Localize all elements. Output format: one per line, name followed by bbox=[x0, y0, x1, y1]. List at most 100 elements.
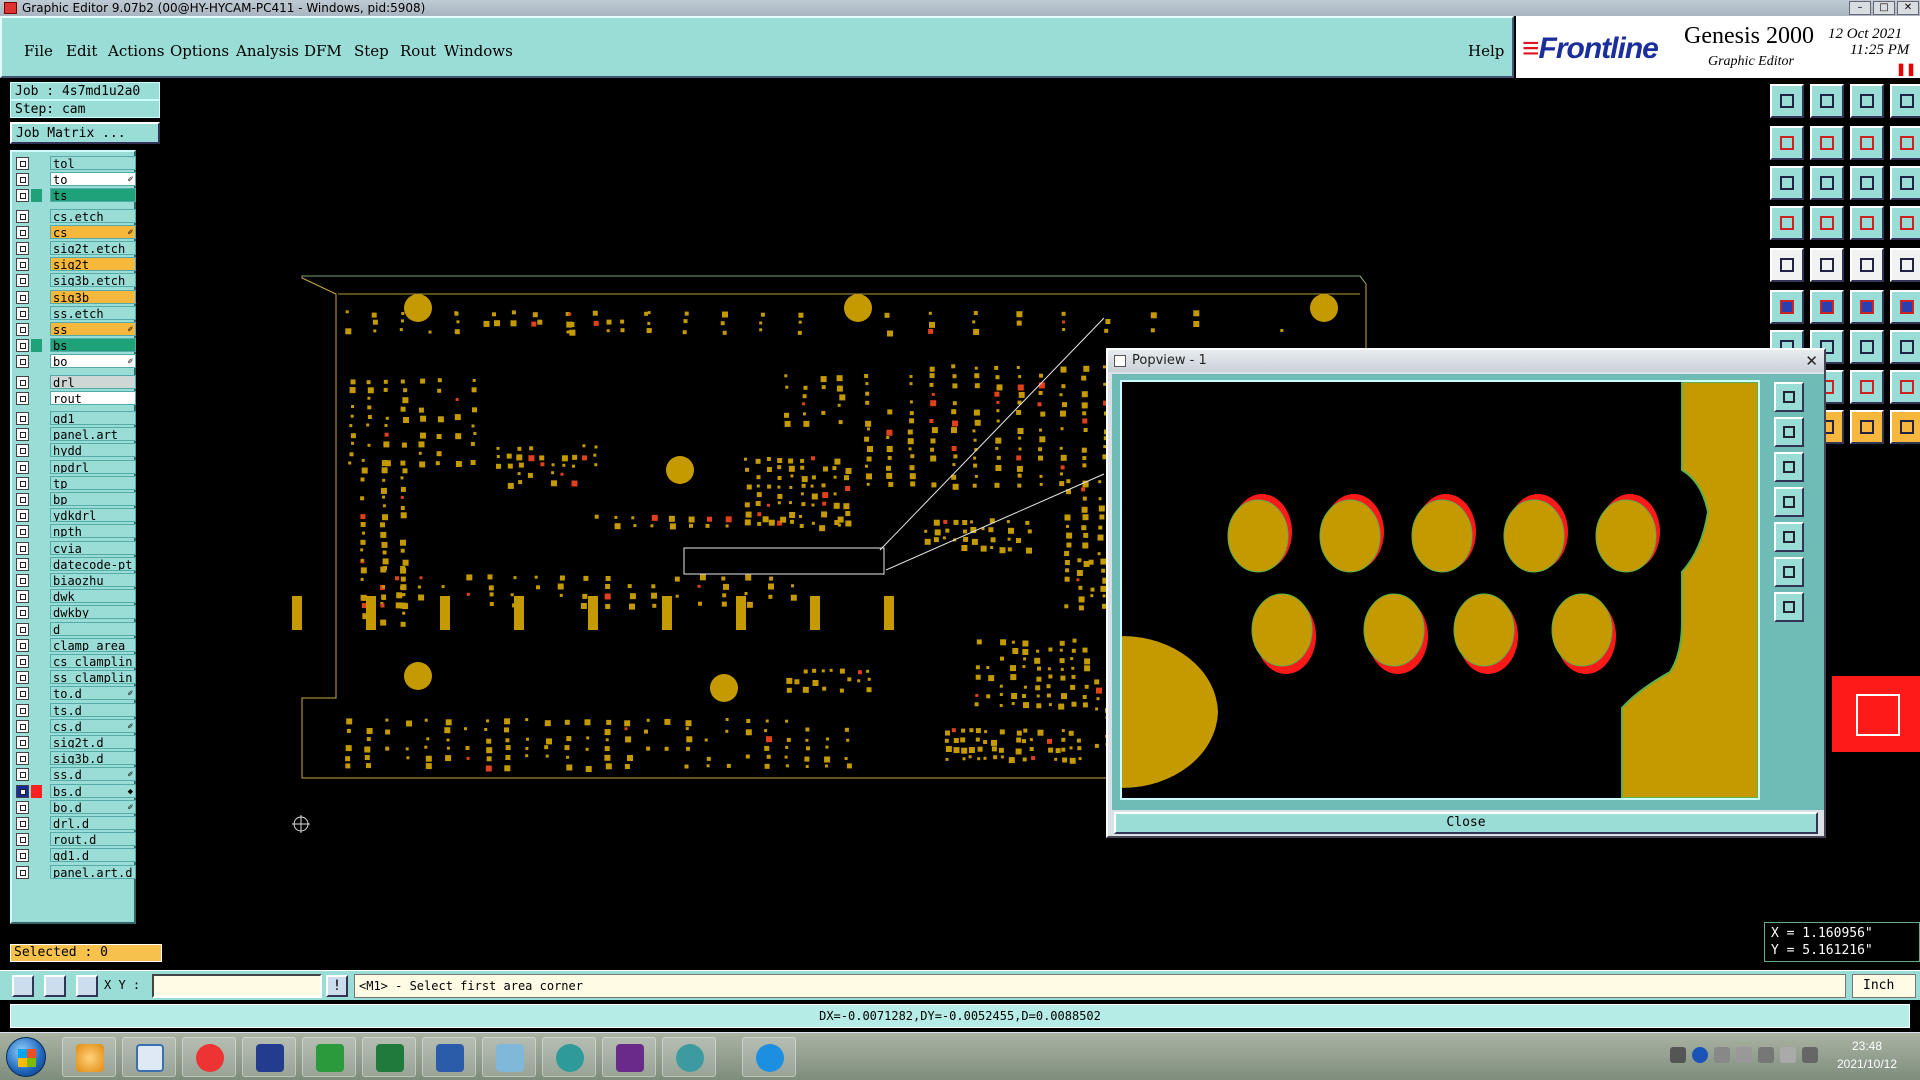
layer-name[interactable]: npdrl bbox=[50, 459, 136, 474]
layer-name[interactable]: sig2t.d bbox=[50, 735, 136, 749]
layer-name[interactable]: d bbox=[50, 621, 136, 636]
layer-name[interactable]: bo ✐ bbox=[50, 354, 136, 369]
layer-row-sig3b-d[interactable]: sig3b.d bbox=[16, 751, 136, 766]
layer-name[interactable]: cs ✐ bbox=[50, 224, 136, 239]
menu-options[interactable]: Options bbox=[170, 42, 229, 60]
layer-checkbox[interactable] bbox=[16, 242, 29, 255]
layer-row-d[interactable]: d bbox=[16, 621, 136, 636]
panel-icon[interactable] bbox=[1890, 84, 1920, 118]
layer-checkbox[interactable] bbox=[16, 509, 29, 523]
menu-analysis[interactable]: Analysis bbox=[236, 42, 299, 60]
layer-name[interactable]: bs.d ◆ bbox=[50, 783, 136, 798]
layer-name[interactable]: to.d ✐ bbox=[50, 686, 136, 701]
layer-name[interactable]: rout.d bbox=[50, 832, 136, 847]
layer-name[interactable]: rout bbox=[50, 390, 136, 405]
layer-row-to[interactable]: to ✐ bbox=[16, 172, 136, 187]
layer-checkbox[interactable] bbox=[16, 460, 29, 474]
layer-name[interactable]: hydd bbox=[50, 443, 136, 458]
taskbar-app-notepad-icon[interactable] bbox=[122, 1037, 176, 1077]
layer-checkbox[interactable] bbox=[16, 574, 29, 587]
pad-icon[interactable] bbox=[1810, 206, 1844, 240]
layer-name[interactable]: bo.d ✐ bbox=[50, 799, 136, 814]
layer-name[interactable]: dwk bbox=[50, 589, 136, 604]
layer-row-sig2t-d[interactable]: sig2t.d bbox=[16, 735, 136, 749]
menu-file[interactable]: File bbox=[24, 42, 53, 60]
layer-checkbox[interactable] bbox=[16, 493, 29, 506]
menu-dfm[interactable]: DFM bbox=[304, 42, 342, 60]
layer-row-sig3b-etch[interactable]: sig3b.etch bbox=[16, 273, 136, 288]
layer-checkbox[interactable] bbox=[16, 444, 29, 458]
layer-checkbox[interactable] bbox=[16, 655, 29, 668]
layer-name[interactable]: tp bbox=[50, 475, 136, 490]
layer-checkbox[interactable] bbox=[16, 800, 29, 814]
popview-close-button[interactable]: Close bbox=[1114, 812, 1818, 834]
start-button[interactable] bbox=[6, 1037, 46, 1077]
layer-name[interactable]: cs.d ✐ bbox=[50, 718, 136, 733]
layer-checkbox[interactable] bbox=[16, 391, 29, 405]
layer-name[interactable]: panel.art.d bbox=[50, 864, 136, 879]
layer-row-gd1[interactable]: gd1 bbox=[16, 411, 136, 425]
pop-fit-icon[interactable] bbox=[1774, 592, 1804, 622]
cmd-mode-icon-2[interactable] bbox=[44, 975, 66, 997]
layer-row-bo-d[interactable]: bo.d ✐ bbox=[16, 799, 136, 814]
component-icon[interactable] bbox=[1890, 370, 1920, 404]
layer-name[interactable]: sig2t.etch bbox=[50, 241, 136, 255]
menu-actions[interactable]: Actions bbox=[108, 42, 164, 60]
layer-name[interactable]: sig3b.d bbox=[50, 751, 136, 766]
cross-icon[interactable] bbox=[1810, 290, 1844, 324]
layer-row-panel-art[interactable]: panel.art bbox=[16, 427, 136, 442]
layer-row-clamp-area[interactable]: clamp_area bbox=[16, 637, 136, 652]
layer-name[interactable]: drl bbox=[50, 374, 136, 389]
layer-checkbox[interactable] bbox=[16, 157, 29, 170]
layer-name[interactable]: npth bbox=[50, 524, 136, 539]
layer-row-tol[interactable]: tol bbox=[16, 156, 136, 170]
popview-close-icon[interactable]: ✕ bbox=[1805, 350, 1818, 372]
pop-down-icon[interactable] bbox=[1774, 452, 1804, 482]
triangle-tool-icon[interactable] bbox=[1810, 248, 1844, 282]
line-node-icon[interactable] bbox=[1850, 290, 1884, 324]
layer-row-ss-clamplin[interactable]: ss_clamplin bbox=[16, 670, 136, 685]
taskbar-app-save-icon[interactable] bbox=[242, 1037, 296, 1077]
layer-name[interactable]: clamp_area bbox=[50, 637, 136, 652]
tray-help-icon[interactable] bbox=[1692, 1047, 1708, 1063]
layer-checkbox[interactable] bbox=[16, 784, 29, 798]
layer-name[interactable]: panel.art bbox=[50, 427, 136, 442]
layer-row-gd1-d[interactable]: gd1.d bbox=[16, 848, 136, 863]
grid-icon[interactable] bbox=[76, 975, 98, 997]
layer-row-cvia[interactable]: cvia bbox=[16, 540, 136, 555]
popview-title-bar[interactable]: Popview - 1 ✕ bbox=[1108, 350, 1824, 372]
taskbar-app-shell-icon[interactable] bbox=[62, 1037, 116, 1077]
pop-zoom-icon[interactable] bbox=[1774, 382, 1804, 412]
rotate-icon[interactable] bbox=[1850, 330, 1884, 364]
layer-row-biaozhu[interactable]: biaozhu bbox=[16, 573, 136, 587]
layer-name[interactable]: drl.d bbox=[50, 816, 136, 830]
dot-icon[interactable] bbox=[1890, 248, 1920, 282]
layer-name[interactable]: gd1 bbox=[50, 411, 136, 425]
ruler-icon[interactable] bbox=[1850, 248, 1884, 282]
layer-row-npth[interactable]: npth bbox=[16, 524, 136, 539]
shape-icon[interactable] bbox=[1890, 330, 1920, 364]
layer-checkbox[interactable] bbox=[16, 638, 29, 652]
layer-name[interactable]: bs bbox=[50, 338, 136, 353]
layer-checkbox[interactable] bbox=[16, 557, 29, 571]
layer-checkbox[interactable] bbox=[16, 173, 29, 187]
download-icon[interactable] bbox=[1810, 84, 1844, 118]
layer-name[interactable]: to ✐ bbox=[50, 172, 136, 187]
popview-canvas[interactable] bbox=[1120, 380, 1760, 800]
layer-checkbox[interactable] bbox=[16, 671, 29, 685]
tray-screen-icon[interactable] bbox=[1780, 1047, 1796, 1063]
camera-icon[interactable] bbox=[1770, 248, 1804, 282]
layer-row-bs-d[interactable]: bs.d ◆ bbox=[16, 783, 136, 798]
layer-row-to-d[interactable]: to.d ✐ bbox=[16, 686, 136, 701]
pop-left-icon[interactable] bbox=[1774, 487, 1804, 517]
layer-name[interactable]: ss_clamplin bbox=[50, 670, 136, 685]
minimize-button[interactable]: – bbox=[1849, 1, 1871, 15]
layer-name[interactable]: ydkdrl bbox=[50, 508, 136, 523]
tray-volume-icon[interactable] bbox=[1758, 1047, 1774, 1063]
layer-row-dwkby[interactable]: dwkby bbox=[16, 605, 136, 620]
cursor-select-icon[interactable] bbox=[1890, 410, 1920, 444]
layer-checkbox[interactable] bbox=[16, 752, 29, 766]
layer-checkbox[interactable] bbox=[16, 817, 29, 830]
layer-out-icon[interactable] bbox=[1810, 126, 1844, 160]
upload-icon[interactable] bbox=[1770, 84, 1804, 118]
